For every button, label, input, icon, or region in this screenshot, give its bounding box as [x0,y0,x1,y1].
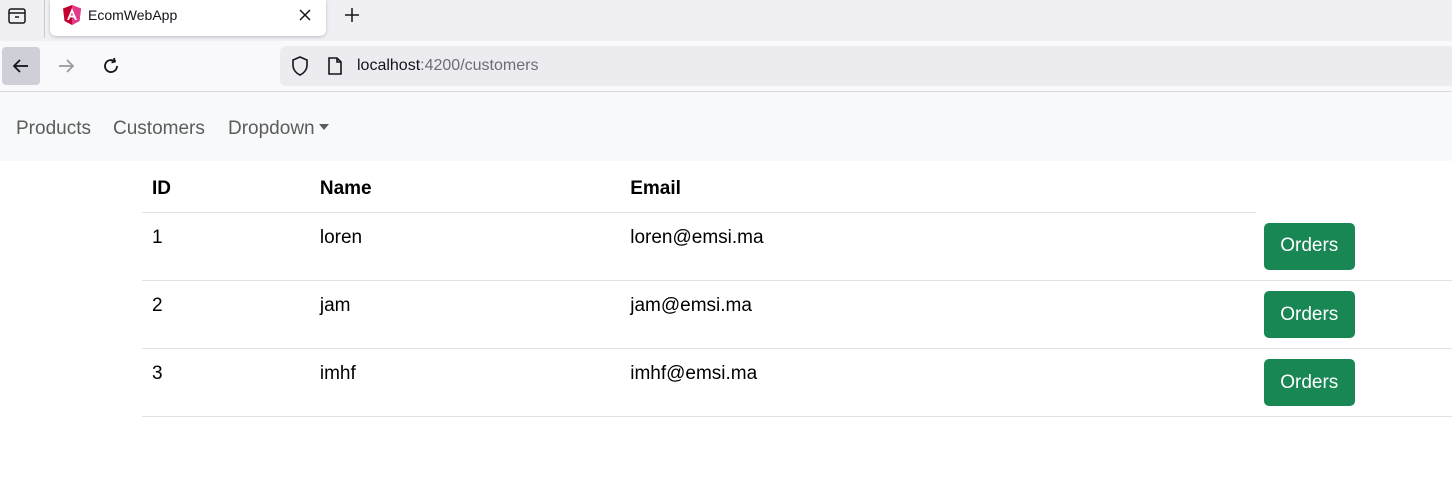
header-action [1256,161,1452,213]
orders-button[interactable]: Orders [1263,359,1355,406]
app-navbar: Products Customers Dropdown [0,92,1452,161]
cell-email: loren@emsi.ma [620,212,1256,281]
browser-tabstrip: EcomWebApp [0,0,1452,41]
browser-tab[interactable]: EcomWebApp [50,0,326,36]
forward-arrow-icon[interactable] [47,47,85,85]
cell-name: imhf [309,348,621,417]
close-icon[interactable] [296,6,314,24]
table-row: 2 jam jam@emsi.ma Orders [142,280,1452,349]
reload-icon[interactable] [92,47,130,85]
nav-dropdown[interactable]: Dropdown [228,118,329,140]
cell-action: Orders [1255,280,1452,349]
orders-button[interactable]: Orders [1263,291,1355,338]
cell-action: Orders [1255,212,1452,281]
cell-name: loren [309,212,621,281]
table-header-row: ID Name Email [142,161,1452,213]
address-bar[interactable]: localhost:4200/customers [280,46,1452,86]
header-email: Email [620,161,1256,213]
shield-icon[interactable] [290,56,310,76]
cell-email: imhf@emsi.ma [620,348,1256,417]
back-arrow-icon[interactable] [2,47,40,85]
url-host: localhost [357,57,421,74]
url-path: :4200/customers [420,57,539,74]
header-id: ID [142,161,310,213]
browser-toolbar: localhost:4200/customers [0,41,1452,92]
table-row: 1 loren loren@emsi.ma Orders [142,212,1452,281]
nav-link-customers[interactable]: Customers [113,118,205,140]
cell-action: Orders [1255,348,1452,417]
page-icon[interactable] [325,56,345,76]
url-text[interactable]: localhost:4200/customers [357,57,538,75]
tab-separator [44,0,45,38]
orders-button[interactable]: Orders [1263,222,1355,270]
nav-dropdown-label: Dropdown [228,118,315,139]
nav-link-products[interactable]: Products [16,118,91,140]
cell-id: 2 [142,280,310,349]
tab-list-icon[interactable] [6,5,28,27]
cell-id: 1 [142,212,310,281]
cell-name: jam [309,280,621,349]
tab-title: EcomWebApp [88,7,178,23]
angular-icon [62,4,82,26]
caret-down-icon [318,124,329,130]
cell-id: 3 [142,348,310,417]
plus-icon[interactable] [342,5,362,25]
header-name: Name [309,161,621,213]
customers-table-container: ID Name Email 1 loren loren@emsi.ma Orde… [142,161,1452,417]
cell-email: jam@emsi.ma [620,280,1256,349]
table-row: 3 imhf imhf@emsi.ma Orders [142,348,1452,417]
customers-table: ID Name Email 1 loren loren@emsi.ma Orde… [142,161,1452,417]
